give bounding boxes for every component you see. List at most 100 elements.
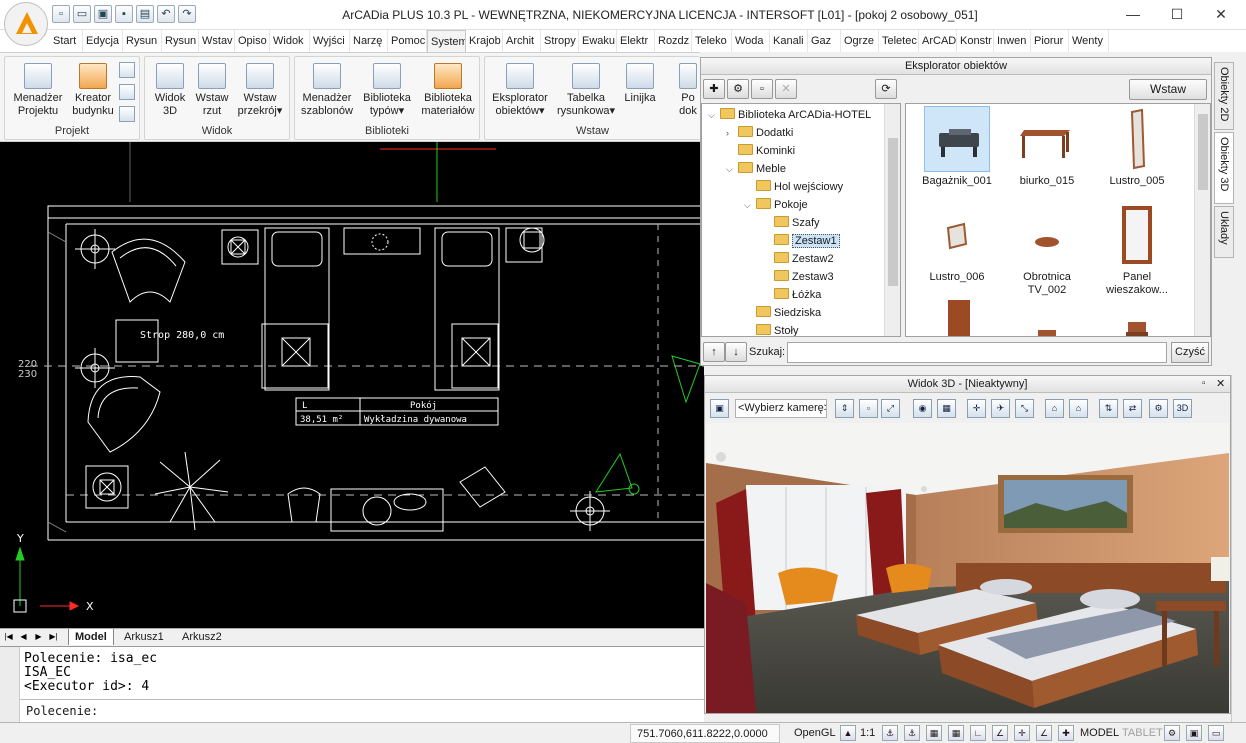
wrench-icon[interactable] — [119, 84, 135, 100]
tab-23[interactable]: ArCAD — [919, 30, 957, 52]
tree-scrollbar[interactable] — [884, 104, 900, 336]
refresh-icon[interactable]: ⟳ — [875, 79, 897, 99]
render-icon[interactable]: ◉ — [913, 399, 932, 418]
tree-node[interactable]: Łóżka — [762, 286, 821, 304]
minimize-button[interactable]: — — [1118, 4, 1148, 24]
tree-scrollbar-thumb[interactable] — [888, 138, 898, 286]
annotation-icon[interactable]: ▲ — [840, 725, 856, 741]
tab-27[interactable]: Wenty — [1069, 30, 1109, 52]
save-icon[interactable]: ▪ — [115, 5, 133, 23]
fullscreen-icon[interactable]: ▭ — [1208, 725, 1224, 741]
tab-2[interactable]: Rysun — [123, 30, 162, 52]
walk-icon[interactable]: ⤡ — [1015, 399, 1034, 418]
first-sheet-icon[interactable]: |◀ — [3, 631, 14, 643]
osnap-icon[interactable]: ✛ — [1014, 725, 1030, 741]
open-file-icon[interactable]: ▭ — [73, 5, 91, 23]
add-library-icon[interactable]: ✚ — [703, 79, 725, 99]
command-input[interactable]: Polecenie: — [20, 699, 704, 721]
tab-25[interactable]: Inwen — [994, 30, 1031, 52]
tab-19[interactable]: Kanali — [770, 30, 808, 52]
restore-icon[interactable]: ▫ — [1202, 378, 1206, 389]
tab-3[interactable]: Rysun — [162, 30, 199, 52]
tab-5[interactable]: Opiso — [235, 30, 270, 52]
ruler-button[interactable]: Linijka — [619, 61, 661, 105]
opengl-label[interactable]: OpenGL — [794, 727, 836, 739]
open-recent-icon[interactable]: ▣ — [94, 5, 112, 23]
tab-arkusz2[interactable]: Arkusz2 — [176, 629, 228, 645]
tree-node[interactable]: ⌵ Pokoje — [744, 196, 808, 214]
maximize-button[interactable]: ☐ — [1162, 4, 1192, 24]
tree-node[interactable]: Kominki — [726, 142, 795, 160]
object-item[interactable]: Panel wieszakow... — [1092, 202, 1182, 297]
storey-down-icon[interactable]: ⌂ — [1069, 399, 1088, 418]
command-gutter[interactable] — [0, 647, 20, 723]
fly-icon[interactable]: ✈ — [991, 399, 1010, 418]
settings-gear-icon[interactable]: ⚙ — [1164, 725, 1180, 741]
building-wizard-button[interactable]: Kreator budynku — [67, 61, 119, 118]
tree-node[interactable]: ⌵ Meble — [726, 160, 786, 178]
object-item[interactable]: Obrotnica TV_002 — [1002, 202, 1092, 297]
tab-17[interactable]: Teleko — [692, 30, 732, 52]
object-item[interactable]: Lustro_005 — [1092, 106, 1182, 188]
tree-node[interactable]: Siedziska — [744, 304, 821, 322]
chevron-down-icon[interactable]: ⌵ — [726, 160, 738, 178]
close-view-icon[interactable]: ✕ — [1216, 377, 1225, 390]
library-settings-icon[interactable]: ⚙ — [727, 79, 749, 99]
tab-8[interactable]: Narzę — [350, 30, 388, 52]
object-item[interactable]: Bagażnik_001 — [912, 106, 1002, 188]
settings-icon[interactable]: ⚙ — [1149, 399, 1168, 418]
tab-objects-2d[interactable]: Obiekty 2D — [1214, 62, 1234, 130]
sort-desc-icon[interactable]: ↓ — [725, 342, 747, 362]
search-input[interactable] — [787, 342, 1167, 363]
insert-plan-button[interactable]: Wstaw rzut — [191, 61, 233, 118]
object-item[interactable]: Lustro_006 — [912, 202, 1002, 284]
model-label[interactable]: MODEL — [1080, 727, 1119, 739]
camera-select[interactable]: <Wybierz kamerę> — [735, 399, 827, 418]
redo-icon[interactable]: ↷ — [178, 5, 196, 23]
object-item[interactable]: biurko_015 — [1002, 106, 1092, 188]
tree-node[interactable]: Zestaw2 — [762, 250, 834, 268]
tree-node[interactable]: › Dodatki — [726, 124, 793, 142]
cad-drawing-area[interactable]: Strop 280,0 cm L Pokój 38,51 m² Wykładzi… — [0, 142, 704, 628]
object-item-partial[interactable] — [1002, 298, 1092, 336]
workspace-icon[interactable]: ▣ — [1186, 725, 1202, 741]
undo-icon[interactable]: ↶ — [157, 5, 175, 23]
grid-icon[interactable]: ▦ — [948, 725, 964, 741]
tab-26[interactable]: Piorur — [1031, 30, 1069, 52]
tree-node[interactable]: Zestaw3 — [762, 268, 834, 286]
ortho-icon[interactable]: ∟ — [970, 725, 986, 741]
document-button[interactable]: Po dok — [675, 61, 701, 118]
zoom-extents-icon[interactable]: ⤢ — [881, 399, 900, 418]
tab-4[interactable]: Wstav — [199, 30, 235, 52]
tab-11[interactable]: Krajob — [466, 30, 503, 52]
tab-objects-3d[interactable]: Obiekty 3D — [1214, 132, 1234, 204]
chevron-down-icon[interactable]: ⌵ — [744, 196, 756, 214]
section-box-icon[interactable]: ⇄ — [1123, 399, 1142, 418]
tab-layouts[interactable]: Układy — [1214, 206, 1234, 258]
render-view[interactable] — [706, 423, 1229, 713]
tab-12[interactable]: Archit — [503, 30, 541, 52]
snap-mode-icon[interactable]: ⚓ — [904, 725, 920, 741]
view-3d-button[interactable]: Widok 3D — [149, 61, 191, 118]
tab-13[interactable]: Stropy — [541, 30, 579, 52]
otrack-icon[interactable]: ∠ — [1036, 725, 1052, 741]
tree-node[interactable]: Zestaw1 — [762, 232, 840, 250]
lineweight-icon[interactable]: ✚ — [1058, 725, 1074, 741]
tab-7[interactable]: Wyjści — [310, 30, 350, 52]
tab-16[interactable]: Rozdz — [655, 30, 692, 52]
chevron-right-icon[interactable]: › — [726, 124, 738, 142]
snap-grid-icon[interactable]: ▦ — [926, 725, 942, 741]
next-sheet-icon[interactable]: ▶ — [33, 631, 44, 643]
tab-21[interactable]: Ogrze — [841, 30, 879, 52]
new-file-icon[interactable]: ▫ — [52, 5, 70, 23]
delete-object-icon[interactable]: ✕ — [775, 79, 797, 99]
chevron-down-icon[interactable]: ⌵ — [708, 106, 720, 124]
copy-icon[interactable] — [119, 62, 135, 78]
material-library-button[interactable]: Biblioteka materiałów — [417, 61, 479, 118]
sort-asc-icon[interactable]: ↑ — [703, 342, 725, 362]
thumbnails-scrollbar[interactable] — [1194, 104, 1210, 336]
tree-node[interactable]: Hol wejściowy — [744, 178, 843, 196]
tab-9[interactable]: Pomoc — [388, 30, 427, 52]
add-object-icon[interactable]: ▫ — [751, 79, 773, 99]
snap-icon[interactable]: ⚓ — [882, 725, 898, 741]
